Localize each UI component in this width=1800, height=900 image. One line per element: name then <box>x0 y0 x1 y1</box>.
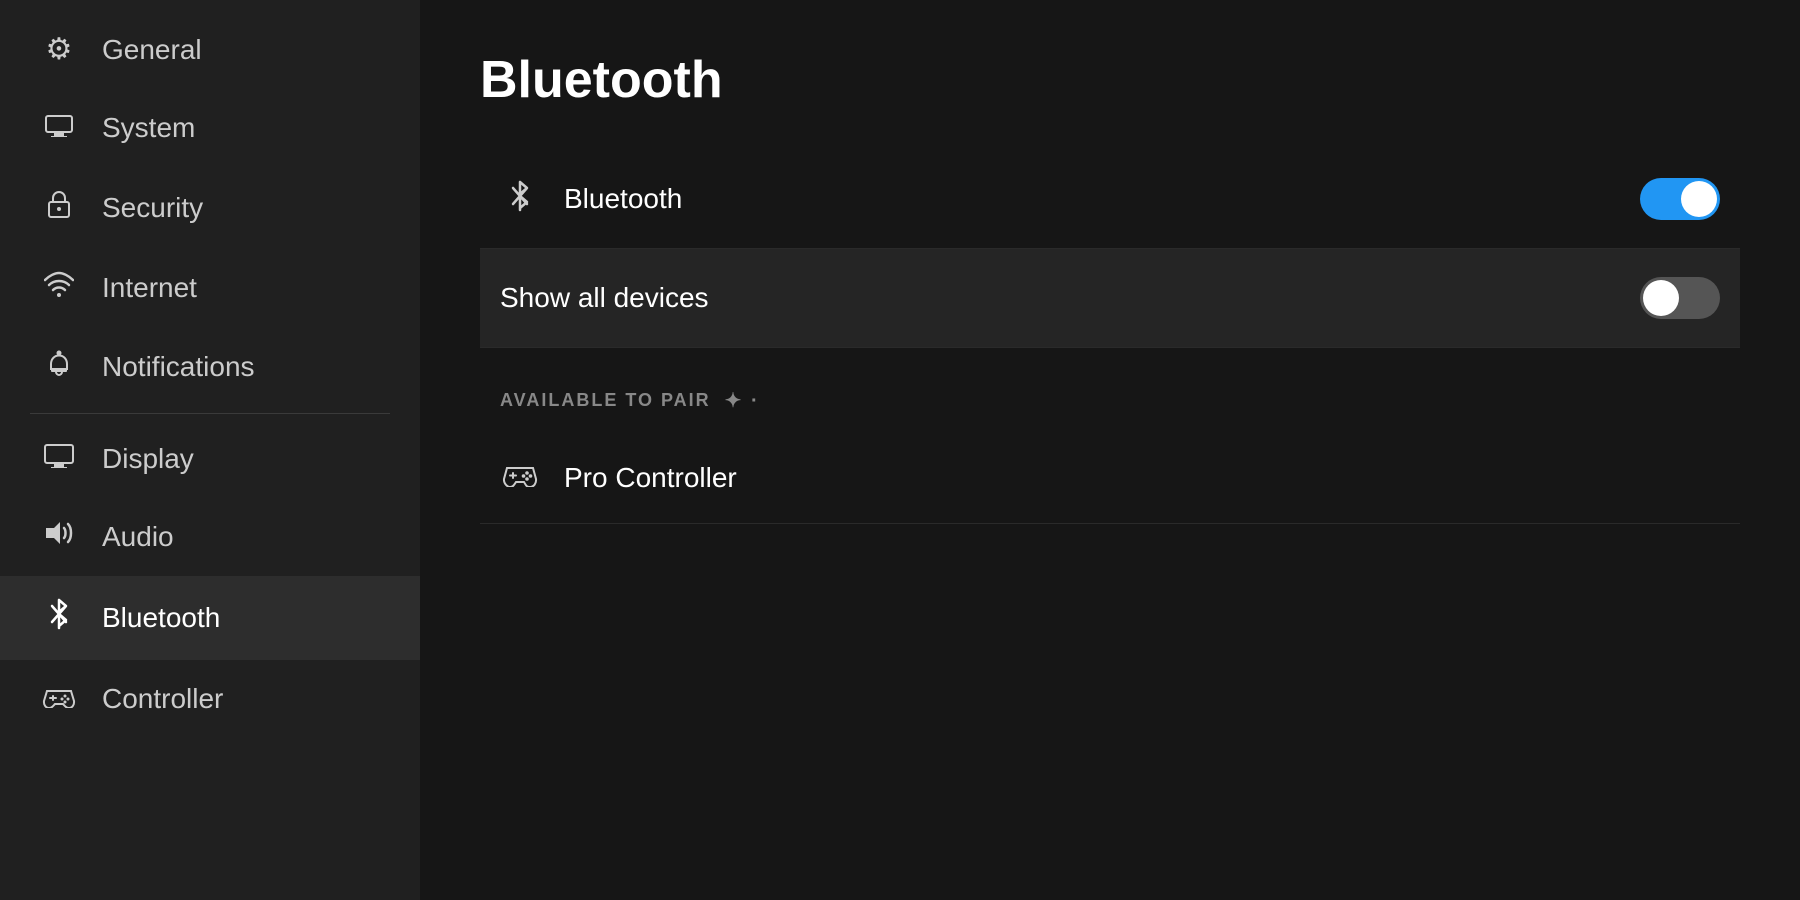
bluetooth-icon <box>40 598 78 638</box>
bluetooth-toggle-thumb <box>1681 181 1717 217</box>
sidebar-item-label: System <box>102 112 195 144</box>
system-icon <box>40 111 78 145</box>
lock-icon <box>40 189 78 227</box>
page-title: Bluetooth <box>480 50 1740 110</box>
sidebar-item-general[interactable]: ⚙ General <box>0 10 420 89</box>
show-all-devices-toggle[interactable] <box>1640 277 1720 319</box>
sidebar-item-label: Display <box>102 443 194 475</box>
controller-icon <box>40 682 78 716</box>
pro-controller-name: Pro Controller <box>564 462 737 494</box>
show-all-devices-label: Show all devices <box>500 282 1640 314</box>
sidebar-item-notifications[interactable]: Notifications <box>0 327 420 407</box>
sidebar-item-internet[interactable]: Internet <box>0 249 420 327</box>
device-list: Pro Controller <box>480 433 1740 524</box>
sidebar-item-label: Internet <box>102 272 197 304</box>
available-to-pair-label: AVAILABLE TO PAIR <box>500 390 711 411</box>
sidebar-item-display[interactable]: Display <box>0 420 420 498</box>
sidebar-divider <box>30 413 390 414</box>
show-all-devices-toggle-thumb <box>1643 280 1679 316</box>
main-content: Bluetooth Bluetooth Show all devices AVA… <box>420 0 1800 900</box>
sidebar-item-label: Audio <box>102 521 174 553</box>
sidebar-item-label: Bluetooth <box>102 602 220 634</box>
wifi-icon <box>40 271 78 305</box>
audio-icon <box>40 520 78 554</box>
available-to-pair-header: AVAILABLE TO PAIR ✦ · <box>480 348 1740 433</box>
sidebar-item-audio[interactable]: Audio <box>0 498 420 576</box>
sidebar-item-system[interactable]: System <box>0 89 420 167</box>
bluetooth-toggle-row[interactable]: Bluetooth <box>480 150 1740 249</box>
bluetooth-row-label: Bluetooth <box>564 183 1640 215</box>
list-item[interactable]: Pro Controller <box>480 433 1740 524</box>
scanning-spinner: ✦ · <box>725 388 760 413</box>
sidebar-item-label: Notifications <box>102 351 255 383</box>
notifications-icon <box>40 349 78 385</box>
pro-controller-icon <box>500 461 540 495</box>
sidebar-item-security[interactable]: Security <box>0 167 420 249</box>
sidebar-item-controller[interactable]: Controller <box>0 660 420 738</box>
display-icon <box>40 442 78 476</box>
gear-icon: ⚙ <box>40 32 78 67</box>
sidebar-item-label: Controller <box>102 683 223 715</box>
sidebar-item-label: General <box>102 34 202 66</box>
show-all-devices-row[interactable]: Show all devices <box>480 249 1740 348</box>
bluetooth-toggle[interactable] <box>1640 178 1720 220</box>
sidebar: ⚙ General System Security <box>0 0 420 900</box>
sidebar-item-bluetooth[interactable]: Bluetooth <box>0 576 420 660</box>
sidebar-item-label: Security <box>102 192 203 224</box>
bluetooth-row-icon <box>500 180 540 219</box>
